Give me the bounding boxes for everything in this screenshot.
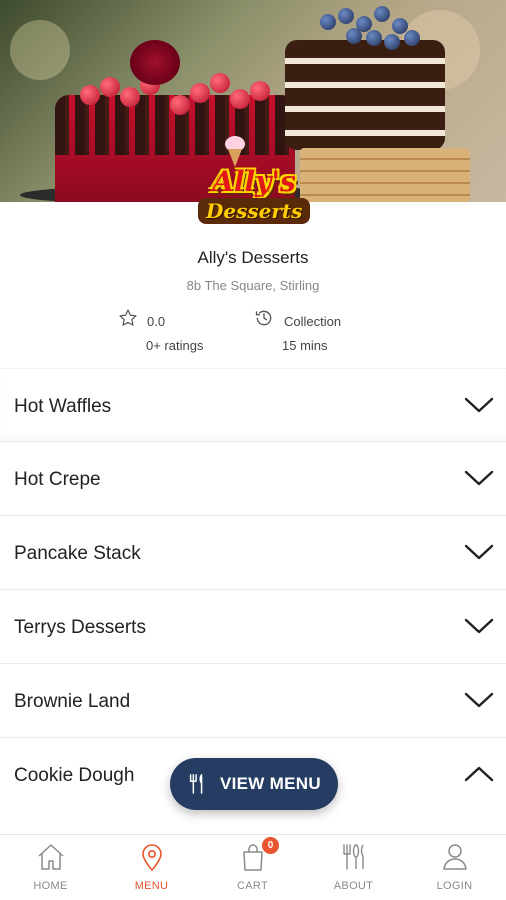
nav-label: MENU	[134, 880, 169, 892]
rose-decoration	[130, 40, 180, 85]
chevron-down-icon[interactable]	[464, 468, 494, 488]
bokeh-light	[10, 20, 70, 80]
cart-count-badge: 0	[262, 837, 279, 854]
chevron-down-icon[interactable]	[464, 616, 494, 636]
chocolate-cake	[285, 40, 445, 150]
chevron-down-icon[interactable]	[464, 690, 494, 710]
nav-home[interactable]: HOME	[0, 835, 101, 900]
category-label: Pancake Stack	[14, 543, 141, 564]
category-hot-crepe[interactable]: Hot Crepe	[0, 442, 506, 516]
nav-label: ABOUT	[333, 880, 374, 892]
menu-category-list: Hot Waffles Hot Crepe Pancake Stack Terr…	[0, 368, 506, 812]
collection-time: 15 mins	[282, 338, 328, 353]
bottom-navigation: HOME MENU 0 CART ABOUT LOGIN	[0, 834, 506, 900]
store-address: 8b The Square, Stirling	[186, 278, 320, 293]
chevron-down-icon[interactable]	[464, 542, 494, 562]
chevron-up-icon[interactable]	[464, 764, 494, 784]
store-info: Ally's Desserts 8b The Square, Stirling	[0, 240, 506, 293]
category-label: Terrys Desserts	[14, 617, 146, 638]
home-icon	[38, 844, 64, 870]
ice-cream-icon	[222, 136, 248, 168]
clock-history-icon	[255, 310, 272, 326]
category-brownie-land[interactable]: Brownie Land	[0, 664, 506, 738]
logo-line1: Ally's	[212, 165, 296, 198]
rating-value: 0.0	[147, 314, 166, 329]
logo-line2: Desserts	[198, 198, 311, 224]
chevron-down-icon[interactable]	[464, 395, 494, 415]
nav-label: LOGIN	[436, 880, 473, 892]
category-label: Hot Waffles	[14, 396, 112, 417]
cutlery-icon	[189, 774, 203, 794]
category-label: Hot Crepe	[14, 469, 101, 490]
store-stats: 0.0 0+ ratings Collection 15 mins	[0, 309, 506, 360]
store-logo: Ally's Desserts	[198, 136, 311, 238]
user-icon	[443, 844, 467, 870]
nav-login[interactable]: LOGIN	[404, 835, 505, 900]
collection-mode: Collection	[284, 314, 342, 329]
star-icon	[119, 309, 137, 326]
category-label: Cookie Dough	[14, 765, 135, 786]
nav-label: HOME	[33, 880, 68, 892]
nav-cart[interactable]: 0 CART	[202, 835, 303, 900]
nav-label: CART	[237, 880, 268, 892]
category-hot-waffles[interactable]: Hot Waffles	[0, 368, 506, 442]
nav-about[interactable]: ABOUT	[303, 835, 404, 900]
category-pancake-stack[interactable]: Pancake Stack	[0, 516, 506, 590]
location-pin-icon	[142, 844, 162, 872]
cookie-stack	[300, 148, 470, 202]
view-menu-label: VIEW MENU	[220, 774, 321, 793]
category-label: Brownie Land	[14, 691, 131, 712]
cutlery-icon	[343, 844, 364, 870]
rating-count: 0+ ratings	[146, 338, 204, 353]
category-terrys-desserts[interactable]: Terrys Desserts	[0, 590, 506, 664]
nav-menu[interactable]: MENU	[101, 835, 202, 900]
view-menu-button[interactable]: VIEW MENU	[170, 758, 338, 810]
store-name: Ally's Desserts	[197, 248, 309, 267]
